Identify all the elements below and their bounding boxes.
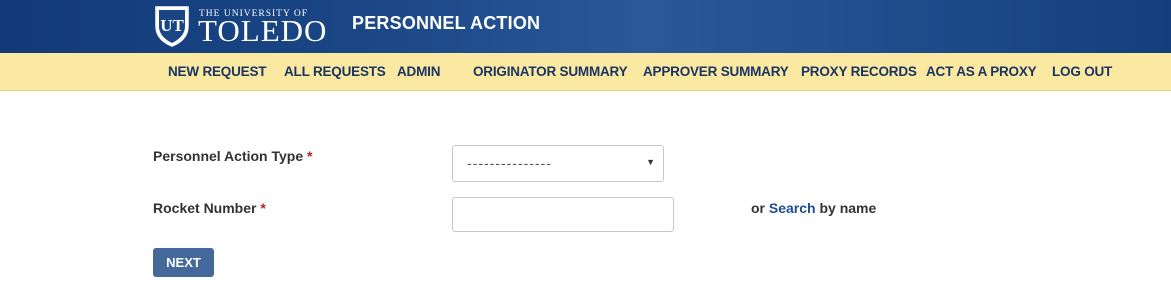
action-type-select[interactable]: --------------- ▼ <box>452 145 664 182</box>
nav-approver-summary[interactable]: APPROVER SUMMARY <box>643 64 789 79</box>
caret-down-icon: ▼ <box>646 157 655 167</box>
nav-proxy-records[interactable]: PROXY RECORDS <box>801 64 917 79</box>
search-suffix: by name <box>819 200 877 216</box>
logo-big-text: TOLEDO <box>198 13 328 48</box>
required-marker: * <box>260 200 266 216</box>
nav-act-as-proxy[interactable]: ACT AS A PROXY <box>926 64 1037 79</box>
rocket-number-label: Rocket Number * <box>153 200 266 216</box>
nav-new-request[interactable]: NEW REQUEST <box>168 64 267 79</box>
action-type-label-text: Personnel Action Type <box>153 148 304 164</box>
shield-icon: UT <box>155 6 189 47</box>
search-prefix: or <box>751 200 765 216</box>
university-logo[interactable]: UT THE UNIVERSITY OF TOLEDO <box>153 4 328 50</box>
nav-admin[interactable]: ADMIN <box>397 64 440 79</box>
site-header: UT THE UNIVERSITY OF TOLEDO PERSONNEL AC… <box>0 0 1171 53</box>
action-type-label: Personnel Action Type * <box>153 148 312 164</box>
nav-all-requests[interactable]: ALL REQUESTS <box>284 64 386 79</box>
next-button[interactable]: NEXT <box>153 248 214 277</box>
required-marker: * <box>307 148 313 164</box>
action-type-selected-value: --------------- <box>467 155 552 171</box>
main-nav: NEW REQUEST ALL REQUESTS ADMIN ORIGINATO… <box>0 53 1171 91</box>
app-title: PERSONNEL ACTION <box>352 13 541 33</box>
logo-mark: UT <box>160 16 184 35</box>
nav-log-out[interactable]: LOG OUT <box>1052 64 1112 79</box>
rocket-number-input[interactable] <box>452 197 674 232</box>
search-link[interactable]: Search <box>769 200 816 216</box>
search-by-name: or Search by name <box>751 200 876 216</box>
rocket-number-label-text: Rocket Number <box>153 200 257 216</box>
nav-originator-summary[interactable]: ORIGINATOR SUMMARY <box>473 64 628 79</box>
